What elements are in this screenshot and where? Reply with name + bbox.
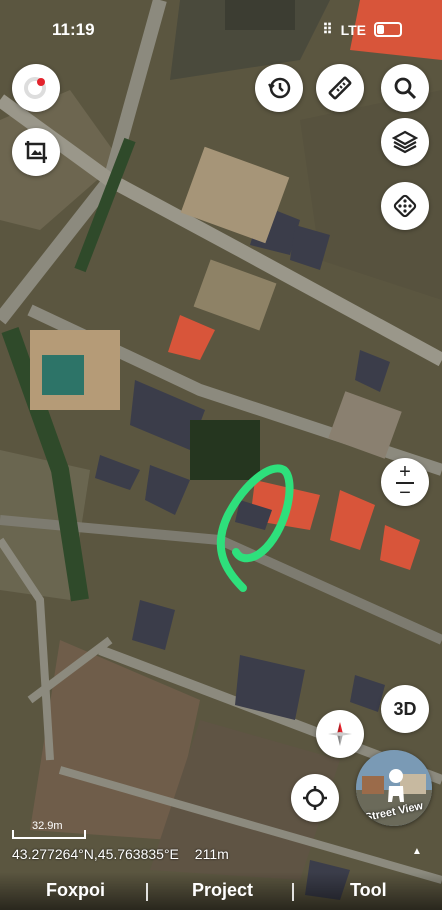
crosshair-icon <box>303 786 327 810</box>
avatar-button[interactable] <box>12 64 60 112</box>
tab-foxpoi[interactable]: Foxpoi <box>46 880 105 901</box>
map-scale: 32.9m <box>12 820 86 839</box>
zoom-button[interactable]: + − <box>381 458 429 506</box>
layers-icon <box>392 130 418 154</box>
ruler-icon <box>328 76 352 100</box>
wifi-dots-icon: ⠿ <box>322 21 333 37</box>
compass-icon <box>328 722 352 746</box>
nav-divider <box>292 883 294 901</box>
battery-icon <box>374 22 402 37</box>
random-button[interactable] <box>381 182 429 230</box>
avatar-icon <box>24 77 46 99</box>
history-icon <box>268 77 291 99</box>
nav-divider <box>146 883 148 901</box>
bottom-nav: Foxpoi Project Tool <box>0 872 442 910</box>
search-button[interactable] <box>381 64 429 112</box>
history-button[interactable] <box>255 64 303 112</box>
street-view-button[interactable]: Street View <box>356 750 432 826</box>
tab-tool[interactable]: Tool <box>350 880 387 901</box>
altitude-text: 211m <box>194 846 229 862</box>
zoom-in-label[interactable]: + <box>399 462 411 482</box>
compass-button[interactable] <box>316 710 364 758</box>
north-arrow-icon: ▲ <box>412 846 422 857</box>
status-bar: 11:19 ⠿ LTE <box>0 0 442 56</box>
network-label: LTE <box>340 21 366 38</box>
measure-button[interactable] <box>316 64 364 112</box>
image-overlay-button[interactable] <box>12 128 60 176</box>
status-time: 11:19 <box>52 20 95 39</box>
three-d-button[interactable]: 3D <box>381 685 429 733</box>
three-d-label: 3D <box>393 698 417 719</box>
my-location-button[interactable] <box>291 774 339 822</box>
coordinate-readout: 43.277264°N,45.763835°E 211m <box>12 846 229 862</box>
layers-button[interactable] <box>381 118 429 166</box>
tab-project[interactable]: Project <box>192 880 253 901</box>
image-crop-icon <box>25 141 47 163</box>
zoom-out-label[interactable]: − <box>399 483 411 503</box>
coordinates-text: 43.277264°N,45.763835°E <box>12 846 179 862</box>
dice-icon <box>393 194 417 218</box>
search-icon <box>394 77 417 100</box>
